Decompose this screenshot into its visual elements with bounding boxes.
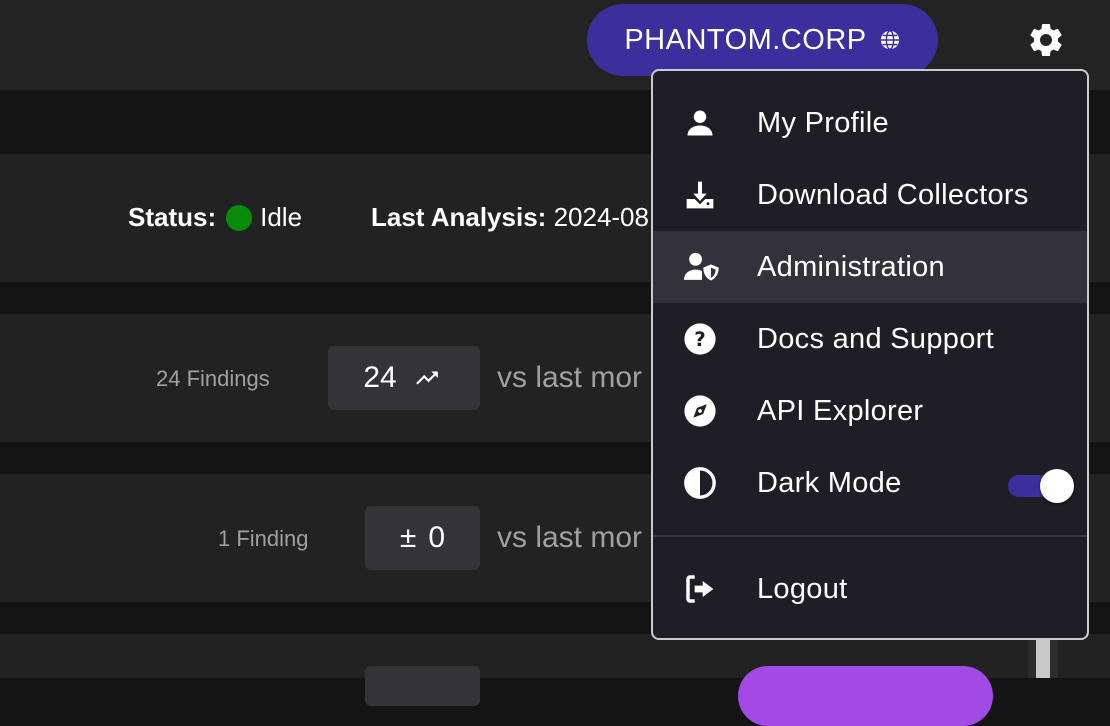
download-icon	[682, 177, 718, 213]
last-analysis-value: 2024-08	[553, 202, 649, 232]
comparison-text: vs last mor	[497, 521, 643, 554]
globe-icon	[880, 30, 899, 50]
delta-value: 24	[363, 361, 397, 394]
question-circle-icon: ?	[682, 321, 718, 357]
toggle-knob	[1040, 469, 1074, 503]
delta-prefix: ±	[399, 521, 417, 554]
menu-item-api-explorer[interactable]: API Explorer	[653, 375, 1087, 447]
trending-up-icon	[415, 371, 438, 385]
comparison-text: vs last mor	[497, 361, 643, 394]
menu-divider	[653, 535, 1087, 537]
menu-item-my-profile[interactable]: My Profile	[653, 87, 1087, 159]
gear-icon[interactable]	[1026, 20, 1066, 60]
delta-badge	[365, 666, 480, 706]
menu-item-label: Docs and Support	[757, 322, 994, 355]
menu-item-label: My Profile	[757, 106, 889, 139]
menu-item-label: Download Collectors	[757, 178, 1029, 211]
delta-badge: 24	[328, 346, 480, 410]
last-analysis: Last Analysis: 2024-08	[371, 202, 651, 233]
menu-item-label: API Explorer	[757, 394, 924, 427]
contrast-icon	[682, 465, 718, 501]
svg-text:?: ?	[694, 328, 706, 351]
status-indicator: Status: Idle	[128, 202, 302, 233]
status-value: Idle	[260, 202, 303, 232]
compass-icon	[682, 393, 718, 429]
user-shield-icon	[684, 249, 720, 285]
findings-count: 1 Finding	[218, 526, 309, 551]
action-button[interactable]	[738, 666, 993, 726]
user-settings-menu: My Profile Download Collectors Administr…	[651, 69, 1089, 640]
menu-item-label: Dark Mode	[757, 466, 902, 499]
menu-item-logout[interactable]: Logout	[653, 553, 1087, 625]
tenant-label: PHANTOM.CORP	[624, 23, 867, 56]
menu-item-download-collectors[interactable]: Download Collectors	[653, 159, 1087, 231]
scrollbar-thumb[interactable]	[1036, 636, 1050, 678]
logout-icon	[682, 571, 718, 607]
menu-item-label: Logout	[757, 572, 848, 605]
last-analysis-label: Last Analysis:	[371, 202, 547, 232]
tenant-selector-button[interactable]: PHANTOM.CORP	[587, 4, 938, 76]
delta-badge: ± 0	[365, 506, 480, 570]
user-icon	[682, 105, 718, 141]
status-dot	[226, 204, 253, 231]
menu-item-docs-support[interactable]: ? Docs and Support	[653, 303, 1087, 375]
status-label: Status:	[128, 202, 217, 232]
dark-mode-toggle[interactable]	[1008, 469, 1074, 503]
menu-item-label: Administration	[757, 250, 945, 283]
delta-value: 0	[428, 521, 446, 554]
menu-item-administration[interactable]: Administration	[653, 231, 1087, 303]
findings-count: 24 Findings	[156, 366, 270, 391]
